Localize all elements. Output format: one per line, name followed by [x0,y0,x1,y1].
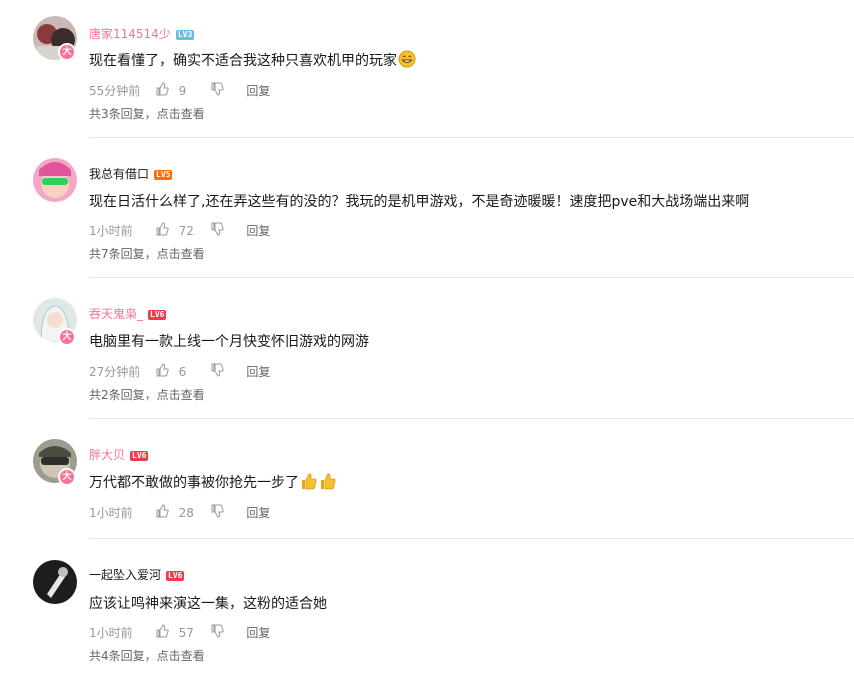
view-replies-link[interactable]: 共4条回复，点击查看 [89,648,205,664]
meta-row: 1小时前 72 回复 [89,222,270,240]
comment-text: 现在看懂了，确实不适合我这种只喜欢机甲的玩家 [89,50,416,72]
comment-text: 现在日活什么样了,还在弄这些有的没的？我玩的是机甲游戏，不是奇迹暖暖！速度把pv… [89,194,750,210]
like-icon[interactable] [155,82,169,100]
thumbs-up-icon [319,472,337,490]
meta-row: 27分钟前 6 回复 [89,363,270,381]
dislike-icon[interactable] [210,504,225,522]
big-member-badge: 大 [58,328,76,346]
timestamp: 1小时前 [89,506,133,520]
reply-button[interactable]: 回复 [246,364,270,380]
meta-row: 55分钟前 9 回复 [89,82,270,100]
user-line: 我总有借口 LV5 [89,166,173,182]
comment-text: 电脑里有一款上线一个月快变怀旧游戏的网游 [89,334,369,350]
meta-row: 1小时前 57 回复 [89,624,270,642]
username[interactable]: 一起坠入爱河 [89,568,161,582]
divider [89,137,854,138]
level-badge: LV6 [148,310,167,320]
timestamp: 55分钟前 [89,84,141,98]
divider [89,538,854,539]
username[interactable]: 吞天鬼枭_ [89,307,143,321]
username[interactable]: 唐家114514少 [89,27,171,41]
view-replies-link[interactable]: 共7条回复，点击查看 [89,246,205,262]
timestamp: 1小时前 [89,224,133,238]
big-member-badge: 大 [58,468,76,486]
view-replies-link[interactable]: 共3条回复，点击查看 [89,106,205,122]
divider [89,418,854,419]
dislike-icon[interactable] [210,624,225,642]
avatar[interactable] [33,560,77,604]
user-line: 胖大贝 LV6 [89,447,149,463]
avatar[interactable] [33,158,77,202]
dislike-icon[interactable] [210,222,225,240]
reply-button[interactable]: 回复 [246,505,270,521]
big-member-badge: 大 [58,43,76,61]
timestamp: 1小时前 [89,626,133,640]
like-icon[interactable] [155,222,169,240]
username[interactable]: 胖大贝 [89,448,125,462]
dislike-icon[interactable] [210,363,225,381]
level-badge: LV6 [130,451,149,461]
like-count: 28 [178,506,194,520]
like-count: 9 [178,84,187,98]
level-badge: LV3 [175,30,195,40]
like-count: 57 [178,626,194,640]
like-icon[interactable] [155,504,169,522]
view-replies-link[interactable]: 共2条回复，点击查看 [89,387,205,403]
comment-text: 应该让鸣神来演这一集，这粉的适合她 [89,596,327,612]
reply-button[interactable]: 回复 [246,83,270,99]
reply-button[interactable]: 回复 [246,625,270,641]
reply-button[interactable]: 回复 [246,223,270,239]
level-badge: LV6 [166,571,185,581]
comment-text: 万代都不敢做的事被你抢先一步了 [89,472,337,494]
like-count: 6 [178,365,187,379]
grin-icon [398,50,416,68]
user-line: 唐家114514少 LV3 [89,26,195,42]
divider [89,277,854,278]
username[interactable]: 我总有借口 [89,167,149,181]
like-icon[interactable] [155,624,169,642]
thumbs-up-icon [300,472,318,490]
meta-row: 1小时前 28 回复 [89,504,270,522]
timestamp: 27分钟前 [89,365,141,379]
user-line: 吞天鬼枭_ LV6 [89,306,167,322]
level-badge: LV5 [154,170,173,180]
dislike-icon[interactable] [210,82,225,100]
user-line: 一起坠入爱河 LV6 [89,567,185,583]
like-count: 72 [178,224,194,238]
like-icon[interactable] [155,363,169,381]
